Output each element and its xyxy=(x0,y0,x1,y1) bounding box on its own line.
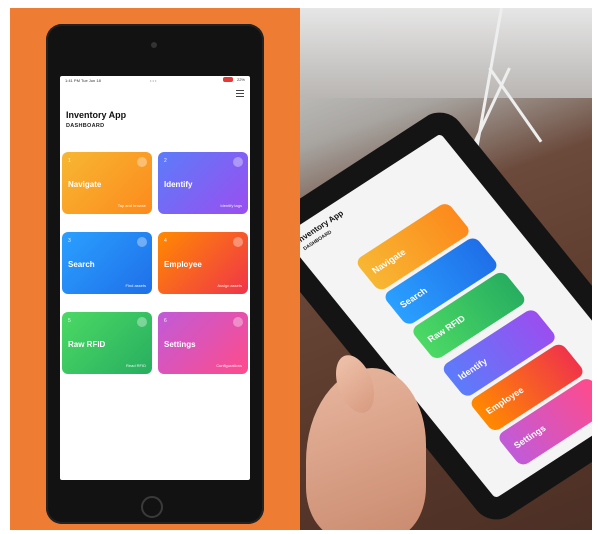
tile-identify[interactable]: 2 Identify Identify tags xyxy=(158,152,248,214)
tile-search[interactable]: 3 Search Find assets xyxy=(62,232,152,294)
tile-icon xyxy=(233,317,243,327)
tile-icon xyxy=(137,237,147,247)
battery-icon xyxy=(222,77,233,83)
home-button[interactable] xyxy=(141,496,163,518)
tile-settings[interactable]: 6 Settings Configurations xyxy=(158,312,248,374)
tile-number: 2 xyxy=(164,158,167,164)
tile-number: 1 xyxy=(68,158,71,164)
multitask-dots: • • • xyxy=(150,78,157,83)
tile-employee[interactable]: 4 Employee Assign assets xyxy=(158,232,248,294)
tile-description: Find assets xyxy=(125,283,146,288)
ipad-screen: 1:41 PM Tue Jun 18 • • • 22% Inventory A… xyxy=(60,76,250,480)
tile-number: 3 xyxy=(68,238,71,244)
tile-label: Identify xyxy=(164,180,193,189)
battery-indicator: 22% xyxy=(222,77,245,83)
tile-label: Employee xyxy=(164,260,202,269)
tile-icon xyxy=(137,317,147,327)
left-panel: 1:41 PM Tue Jun 18 • • • 22% Inventory A… xyxy=(10,8,300,530)
tile-label: Settings xyxy=(164,340,196,349)
background-wall xyxy=(300,8,592,98)
tile-description: Read RFID xyxy=(125,363,146,368)
tile-description: Assign assets xyxy=(217,283,242,288)
tile-number: 4 xyxy=(164,238,167,244)
ipad-device: 1:41 PM Tue Jun 18 • • • 22% Inventory A… xyxy=(46,24,264,524)
tile-icon xyxy=(137,157,147,167)
bottom-border xyxy=(0,530,598,534)
status-time: 1:41 PM Tue Jun 18 xyxy=(65,78,101,83)
right-panel-photo: Inventory App DASHBOARD Navigate Search … xyxy=(300,8,592,530)
screenshot-frame: 1:41 PM Tue Jun 18 • • • 22% Inventory A… xyxy=(0,0,598,534)
tile-description: Configurations xyxy=(216,363,242,368)
tile-label: Search xyxy=(68,260,95,269)
tile-navigate[interactable]: 1 Navigate Tap and browse xyxy=(62,152,152,214)
tile-number: 6 xyxy=(164,318,167,324)
tile-icon xyxy=(233,157,243,167)
tile-label: Raw RFID xyxy=(68,340,106,349)
tile-raw-rfid[interactable]: 5 Raw RFID Read RFID xyxy=(62,312,152,374)
app-subtitle: DASHBOARD xyxy=(66,123,105,129)
camera-dot xyxy=(151,42,157,48)
status-bar: 1:41 PM Tue Jun 18 • • • 22% xyxy=(60,76,250,86)
tile-label: Navigate xyxy=(68,180,102,189)
tile-description: Identify tags xyxy=(220,203,242,208)
tile-number: 5 xyxy=(68,318,71,324)
tile-icon xyxy=(233,237,243,247)
menu-icon[interactable] xyxy=(236,90,244,97)
tile-description: Tap and browse xyxy=(117,203,146,208)
app-title: Inventory App xyxy=(66,110,127,120)
